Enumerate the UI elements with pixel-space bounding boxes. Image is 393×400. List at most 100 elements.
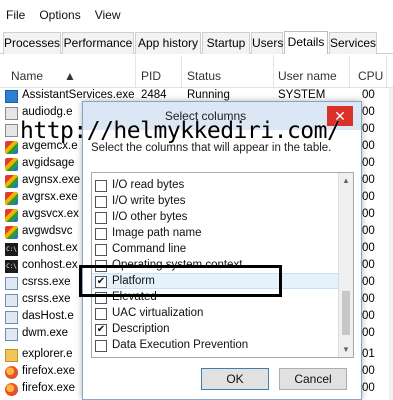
column-divider[interactable] xyxy=(273,55,274,88)
process-name: dasHost.e xyxy=(22,310,74,322)
process-cpu: 00 xyxy=(362,382,375,394)
process-name: avgwdsvc xyxy=(22,225,73,237)
column-divider[interactable] xyxy=(181,55,182,88)
process-name: firefox.exe xyxy=(22,382,76,394)
column-option[interactable]: I/O write bytes xyxy=(92,194,339,210)
column-option[interactable]: Data Execution Prevention xyxy=(92,338,339,354)
checkbox[interactable] xyxy=(95,340,107,352)
column-divider[interactable] xyxy=(386,55,387,88)
avg-icon xyxy=(5,158,18,171)
column-option[interactable]: ✔ Description xyxy=(92,322,339,338)
generic-app-icon xyxy=(5,107,18,120)
process-name: AssistantServices.exe xyxy=(22,89,135,101)
column-name[interactable]: Name xyxy=(11,69,43,83)
process-name: csrss.exe xyxy=(22,276,71,288)
menu-file[interactable]: File xyxy=(6,8,25,22)
process-cpu: 00 xyxy=(362,140,375,152)
option-label: UAC virtualization xyxy=(112,307,204,319)
process-name: avgidsage xyxy=(22,157,75,169)
option-label: I/O write bytes xyxy=(112,195,186,207)
process-name: avgsvcx.ex xyxy=(22,208,79,220)
column-divider[interactable] xyxy=(135,55,136,88)
scrollbar-thumb[interactable] xyxy=(342,291,350,335)
checkbox[interactable] xyxy=(95,228,107,240)
process-name: dwm.exe xyxy=(22,327,69,339)
tab-performance[interactable]: Performance xyxy=(62,32,134,54)
process-name: firefox.exe xyxy=(22,365,76,377)
process-cpu: 00 xyxy=(362,327,375,339)
process-name: conhost.ex xyxy=(22,259,78,271)
process-cpu: 00 xyxy=(362,123,375,135)
checkbox[interactable] xyxy=(95,244,107,256)
column-option[interactable]: UAC virtualization xyxy=(92,306,339,322)
column-option[interactable]: Image path name xyxy=(92,226,339,242)
process-name: avgnsx.exe xyxy=(22,174,81,186)
generic-app-icon xyxy=(5,294,18,307)
blue-window-icon xyxy=(5,90,18,103)
option-label: Description xyxy=(112,323,170,335)
checkbox[interactable] xyxy=(95,196,107,208)
tab-services[interactable]: Services xyxy=(329,32,377,54)
column-option[interactable]: I/O read bytes xyxy=(92,178,339,194)
menu-view[interactable]: View xyxy=(95,8,121,22)
select-columns-dialog: Select columns ✕ Select the columns that… xyxy=(82,101,362,400)
process-pid: 2484 xyxy=(141,89,167,101)
column-user-name[interactable]: User name xyxy=(278,69,337,83)
menu-bar: File Options View xyxy=(0,0,393,30)
tab-details[interactable]: Details xyxy=(284,31,328,54)
avg-icon xyxy=(5,226,18,239)
process-cpu: 00 xyxy=(362,259,375,271)
process-cpu: 00 xyxy=(362,310,375,322)
tab-strip: Processes Performance App history Startu… xyxy=(0,31,393,54)
option-label: Command line xyxy=(112,243,187,255)
annotation-highlight-box xyxy=(79,265,282,297)
generic-app-icon xyxy=(5,311,18,324)
sort-ascending-icon: ▲ xyxy=(64,69,76,83)
tab-processes[interactable]: Processes xyxy=(3,32,61,54)
column-pid[interactable]: PID xyxy=(141,69,161,83)
process-cpu: 00 xyxy=(362,89,375,101)
process-status: Running xyxy=(187,89,230,101)
option-label: I/O read bytes xyxy=(112,179,185,191)
scroll-up-icon[interactable]: ▲ xyxy=(342,176,350,185)
scroll-down-icon[interactable]: ▼ xyxy=(342,345,350,354)
ok-button[interactable]: OK xyxy=(201,368,269,390)
column-cpu[interactable]: CPU xyxy=(358,69,383,83)
option-label: Image path name xyxy=(112,227,202,239)
process-name: conhost.ex xyxy=(22,242,78,254)
generic-app-icon xyxy=(5,124,18,137)
generic-app-icon xyxy=(5,277,18,290)
checkbox[interactable] xyxy=(95,180,107,192)
checkbox[interactable] xyxy=(95,212,107,224)
cancel-button[interactable]: Cancel xyxy=(279,368,347,390)
process-name: avgrsx.exe xyxy=(22,191,78,203)
tab-startup[interactable]: Startup xyxy=(202,32,250,54)
list-scrollbar[interactable] xyxy=(389,88,393,400)
column-divider[interactable] xyxy=(349,55,350,88)
checkbox-checked[interactable]: ✔ xyxy=(95,324,107,336)
avg-icon xyxy=(5,141,18,154)
tab-users[interactable]: Users xyxy=(251,32,283,54)
column-option[interactable]: Command line xyxy=(92,242,339,258)
process-cpu: 00 xyxy=(362,208,375,220)
process-cpu: 00 xyxy=(362,191,375,203)
checkbox[interactable] xyxy=(95,308,107,320)
column-option[interactable]: I/O other bytes xyxy=(92,210,339,226)
process-cpu: 00 xyxy=(362,365,375,377)
process-cpu: 00 xyxy=(362,174,375,186)
process-cpu: 00 xyxy=(362,225,375,237)
column-status[interactable]: Status xyxy=(187,69,221,83)
process-name: csrss.exe xyxy=(22,293,71,305)
tab-app-history[interactable]: App history xyxy=(135,32,201,54)
column-header: ▲ Name PID Status User name CPU xyxy=(0,55,393,88)
process-cpu: 00 xyxy=(362,293,375,305)
option-label: Data Execution Prevention xyxy=(112,339,249,351)
process-cpu: 00 xyxy=(362,106,375,118)
menu-options[interactable]: Options xyxy=(39,8,80,22)
console-icon: C:\ xyxy=(5,260,18,273)
avg-icon xyxy=(5,192,18,205)
options-scrollbar[interactable]: ▲ ▼ xyxy=(338,173,353,357)
firefox-icon xyxy=(5,366,18,379)
process-user: SYSTEM xyxy=(278,89,326,101)
process-cpu: 00 xyxy=(362,157,375,169)
